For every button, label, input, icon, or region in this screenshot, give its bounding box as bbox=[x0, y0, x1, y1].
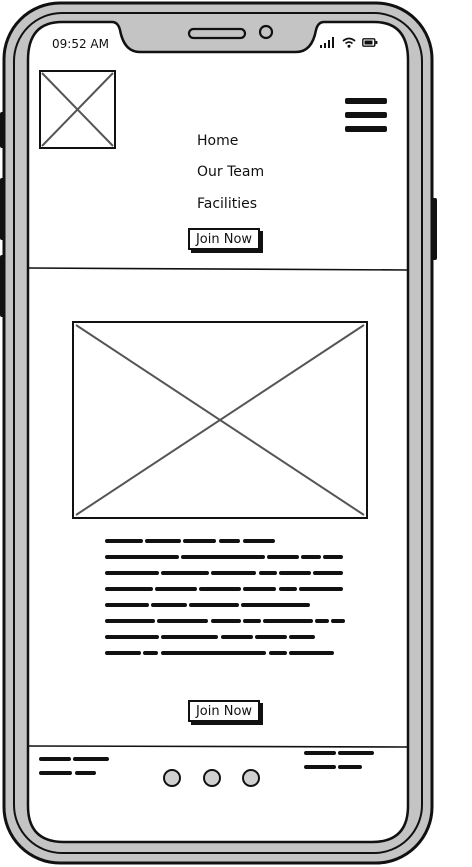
footer-left-text-placeholder bbox=[39, 757, 109, 775]
hamburger-menu-icon[interactable] bbox=[344, 97, 388, 135]
carousel-dot-2[interactable] bbox=[203, 769, 221, 787]
carousel-dot-1[interactable] bbox=[163, 769, 181, 787]
footer-right-text-placeholder bbox=[304, 751, 374, 769]
signal-icon bbox=[320, 37, 334, 48]
paragraph-placeholder bbox=[105, 539, 345, 655]
status-time: 09:52 AM bbox=[52, 37, 109, 51]
nav-link-home[interactable]: Home bbox=[197, 133, 238, 149]
logo-image-placeholder bbox=[39, 70, 116, 149]
battery-icon bbox=[362, 38, 378, 47]
hero-image-placeholder bbox=[72, 321, 368, 519]
nav-link-facilities[interactable]: Facilities bbox=[197, 196, 257, 212]
nav-link-our-team[interactable]: Our Team bbox=[197, 164, 264, 180]
carousel-dot-3[interactable] bbox=[242, 769, 260, 787]
main-join-button[interactable]: Join Now bbox=[188, 700, 260, 722]
wifi-icon bbox=[342, 37, 356, 48]
header-join-button[interactable]: Join Now bbox=[188, 228, 260, 250]
status-icons bbox=[320, 37, 378, 48]
